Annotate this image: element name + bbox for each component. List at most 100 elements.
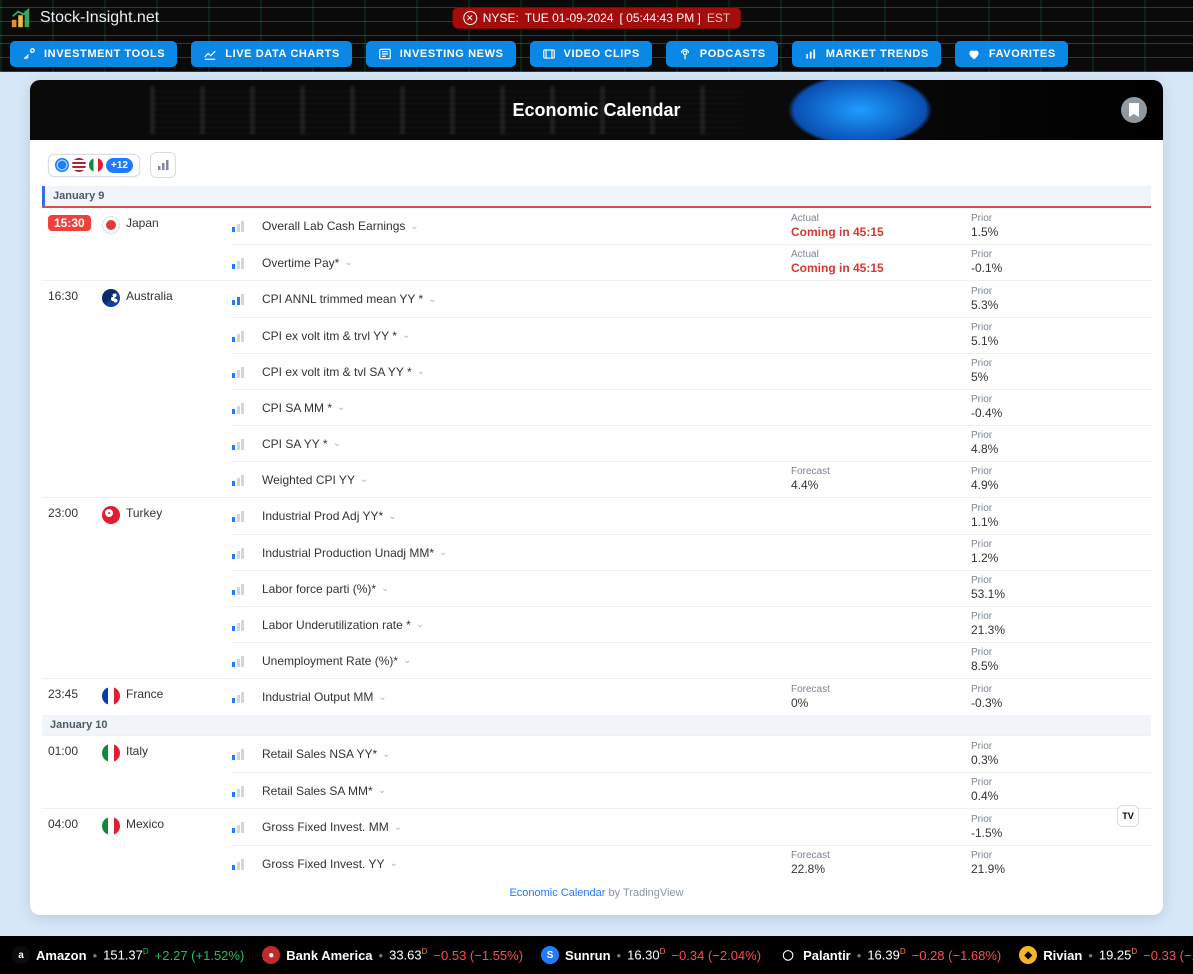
importance-icon: [232, 366, 262, 378]
flag-us-icon: [72, 158, 86, 172]
event-row[interactable]: Gross Fixed Invest. YY⌄Forecast22.8%Prio…: [232, 845, 1151, 881]
date-header: January 10: [42, 715, 1151, 735]
region-filter-chip[interactable]: +12: [48, 154, 140, 177]
event-row[interactable]: Weighted CPI YY⌄Forecast4.4%Prior4.9%: [232, 461, 1151, 497]
ticker-change: −0.53 (−1.55%): [433, 948, 523, 963]
chevron-down-icon: ⌄: [382, 749, 390, 760]
nav-label: VIDEO CLIPS: [564, 48, 640, 60]
event-row[interactable]: Labor force parti (%)*⌄Prior53.1%: [232, 570, 1151, 606]
event-name: CPI ANNL trimmed mean YY *⌄: [262, 292, 791, 306]
calendar-card: Economic Calendar +12: [30, 80, 1163, 915]
event-name: Industrial Output MM⌄: [262, 690, 791, 704]
nav-label: INVESTING NEWS: [400, 48, 504, 60]
prior-cell: Prior53.1%: [971, 575, 1151, 601]
event-row[interactable]: CPI ANNL trimmed mean YY *⌄Prior5.3%: [232, 281, 1151, 317]
flag-jp-icon: [102, 216, 120, 234]
ticker-price: 33.63D: [389, 947, 427, 962]
time-cell: 15:30: [42, 208, 102, 280]
ticker-logo-icon: a: [12, 946, 30, 964]
ticker-price: 151.37D: [103, 947, 149, 962]
chevron-down-icon: ⌄: [333, 438, 341, 449]
nav-btn-news[interactable]: INVESTING NEWS: [366, 41, 516, 67]
importance-icon: [232, 330, 262, 342]
event-row[interactable]: Unemployment Rate (%)*⌄Prior8.5%: [232, 642, 1151, 678]
status-time: [ 05:44:43 PM ]: [620, 11, 701, 25]
country-cell: France: [102, 679, 232, 715]
event-row[interactable]: Retail Sales SA MM*⌄Prior0.4%: [232, 772, 1151, 808]
event-name: Overtime Pay*⌄: [262, 256, 791, 270]
nav-label: PODCASTS: [700, 48, 766, 60]
widget-footer-link[interactable]: Economic Calendar: [509, 887, 605, 899]
ticker-item[interactable]: ●Bank America•33.63D−0.53 (−1.55%): [262, 946, 523, 964]
filter-row: +12: [42, 150, 1151, 186]
chevron-down-icon: ⌄: [390, 858, 398, 869]
nav-btn-trends[interactable]: MARKET TRENDS: [792, 41, 941, 67]
ticker-item[interactable]: SSunrun•16.30D−0.34 (−2.04%): [541, 946, 761, 964]
chevron-down-icon: ⌄: [403, 655, 411, 666]
importance-icon: [232, 858, 262, 870]
importance-icon: [232, 510, 262, 522]
chevron-down-icon: ⌄: [417, 366, 425, 377]
time-block: 04:00MexicoGross Fixed Invest. MM⌄Prior-…: [42, 808, 1151, 881]
nav-btn-podcast[interactable]: PODCASTS: [666, 41, 778, 67]
ticker-name: Amazon: [36, 948, 87, 963]
flag-fr-icon: [102, 687, 120, 705]
nav-label: LIVE DATA CHARTS: [225, 48, 340, 60]
time-block: 01:00ItalyRetail Sales NSA YY*⌄Prior0.3%…: [42, 735, 1151, 808]
prior-cell: Prior-0.4%: [971, 394, 1151, 420]
ticker-logo-icon: ●: [262, 946, 280, 964]
country-name: Turkey: [126, 506, 162, 520]
brand-bars-icon: [10, 7, 32, 29]
nav-btn-video[interactable]: VIDEO CLIPS: [530, 41, 652, 67]
flag-tr-icon: [102, 506, 120, 524]
chevron-down-icon: ⌄: [378, 692, 386, 703]
economic-calendar-widget: +12 January 915:30JapanOverall Lab Cash …: [30, 140, 1163, 915]
importance-icon: [232, 293, 262, 305]
events-column: Industrial Output MM⌄Forecast0%Prior-0.3…: [232, 679, 1151, 715]
bottom-ticker: aAmazon•151.37D+2.27 (+1.52%)●Bank Ameri…: [0, 936, 1193, 974]
flag-mx-icon: [102, 817, 120, 835]
flag-it-icon: [102, 744, 120, 762]
events-column: Retail Sales NSA YY*⌄Prior0.3%Retail Sal…: [232, 736, 1151, 808]
ticker-logo-icon: ◯: [779, 946, 797, 964]
tradingview-badge[interactable]: TV: [1117, 805, 1139, 827]
event-row[interactable]: Overall Lab Cash Earnings⌄ActualComing i…: [232, 208, 1151, 244]
events-column: CPI ANNL trimmed mean YY *⌄Prior5.3%CPI …: [232, 281, 1151, 497]
flag-eu-icon: [89, 158, 103, 172]
event-row[interactable]: Retail Sales NSA YY*⌄Prior0.3%: [232, 736, 1151, 772]
event-row[interactable]: Industrial Output MM⌄Forecast0%Prior-0.3…: [232, 679, 1151, 715]
bookmark-button[interactable]: [1121, 97, 1147, 123]
globe-icon: [55, 158, 69, 172]
event-name: CPI SA YY *⌄: [262, 437, 791, 451]
status-tz: EST: [707, 11, 730, 25]
event-row[interactable]: CPI SA MM *⌄Prior-0.4%: [232, 389, 1151, 425]
ticker-change: −0.28 (−1.68%): [912, 948, 1002, 963]
ticker-item[interactable]: ◆Rivian•19.25D−0.33 (−1.69%): [1019, 946, 1193, 964]
event-name: Retail Sales SA MM*⌄: [262, 784, 791, 798]
event-row[interactable]: Industrial Production Unadj MM*⌄Prior1.2…: [232, 534, 1151, 570]
country-cell: Turkey: [102, 498, 232, 678]
event-row[interactable]: CPI ex volt itm & tvl SA YY *⌄Prior5%: [232, 353, 1151, 389]
event-row[interactable]: CPI SA YY *⌄Prior4.8%: [232, 425, 1151, 461]
event-row[interactable]: CPI ex volt itm & trvl YY *⌄Prior5.1%: [232, 317, 1151, 353]
prior-cell: Prior5.1%: [971, 322, 1151, 348]
mid-cell: ActualComing in 45:15: [791, 249, 971, 275]
event-name: Retail Sales NSA YY*⌄: [262, 747, 791, 761]
ticker-item[interactable]: aAmazon•151.37D+2.27 (+1.52%): [12, 946, 244, 964]
event-row[interactable]: Labor Underutilization rate *⌄Prior21.3%: [232, 606, 1151, 642]
event-row[interactable]: Industrial Prod Adj YY*⌄Prior1.1%: [232, 498, 1151, 534]
nav-btn-chart[interactable]: LIVE DATA CHARTS: [191, 41, 352, 67]
nav-btn-tools[interactable]: INVESTMENT TOOLS: [10, 41, 177, 67]
event-name: Gross Fixed Invest. YY⌄: [262, 857, 791, 871]
ticker-price: 16.30D: [627, 947, 665, 962]
importance-filter-button[interactable]: [150, 152, 176, 178]
nav-btn-heart[interactable]: FAVORITES: [955, 41, 1068, 67]
mid-cell: ActualComing in 45:15: [791, 213, 971, 239]
status-date: TUE 01-09-2024: [525, 11, 614, 25]
event-row[interactable]: Gross Fixed Invest. MM⌄Prior-1.5%: [232, 809, 1151, 845]
importance-icon: [232, 821, 262, 833]
time-cell: 23:00: [42, 498, 102, 678]
ticker-item[interactable]: ◯Palantir•16.39D−0.28 (−1.68%): [779, 946, 1001, 964]
brand[interactable]: Stock-Insight.net: [10, 7, 159, 29]
event-row[interactable]: Overtime Pay*⌄ActualComing in 45:15Prior…: [232, 244, 1151, 280]
